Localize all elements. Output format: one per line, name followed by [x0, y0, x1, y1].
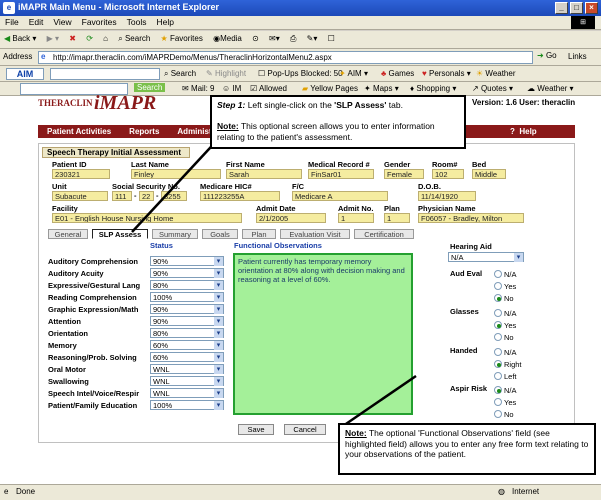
status-text: Done: [16, 487, 36, 496]
step-number: Step 1:: [217, 100, 246, 110]
zone-text: Internet: [512, 487, 540, 496]
note-callout: Note: The optional 'Functional Observati…: [338, 423, 596, 475]
note-label: Note:: [217, 121, 239, 131]
status-bar: e Done ◍ Internet: [0, 484, 601, 500]
step-target: 'SLP Assess': [334, 100, 387, 110]
step-callout: Step 1: Left single-click on the 'SLP As…: [210, 95, 466, 149]
internet-zone-icon: ◍: [498, 487, 505, 496]
status-done-icon: e: [4, 487, 9, 496]
callout-arrow-1: [131, 134, 223, 233]
note-label-2: Note:: [345, 428, 367, 438]
callout-arrow-2: [339, 374, 417, 430]
